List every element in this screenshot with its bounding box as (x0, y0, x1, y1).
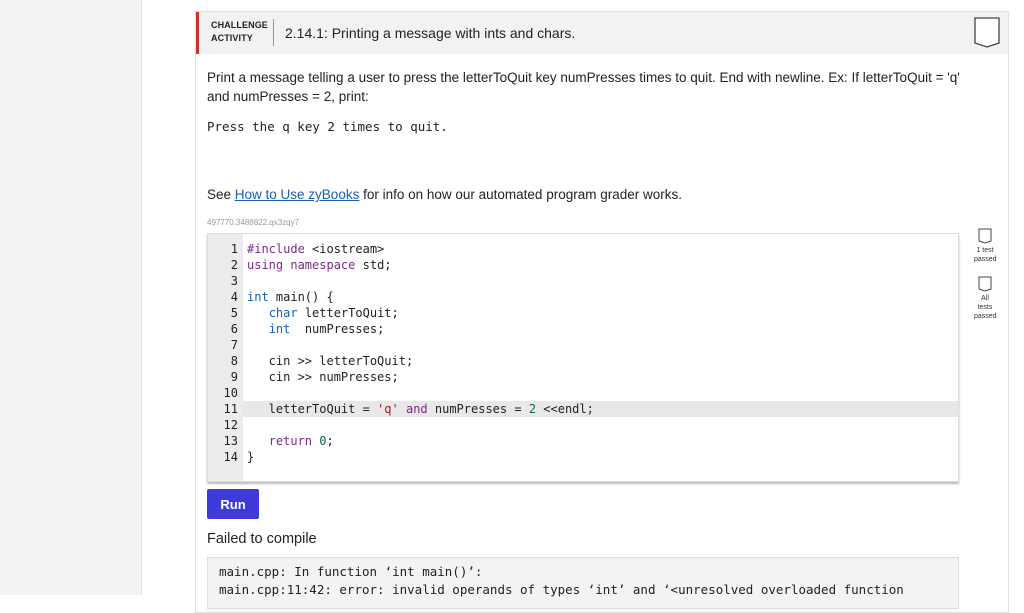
completion-bookmark-icon (974, 17, 1000, 48)
code-line[interactable]: 6 int numPresses; (208, 321, 958, 337)
code-line[interactable]: 14} (208, 449, 958, 465)
activity-type-label: CHALLENGE ACTIVITY (211, 20, 268, 43)
challenge-activity-card: CHALLENGE ACTIVITY 2.14.1: Printing a me… (195, 11, 1009, 613)
line-number: 7 (230, 338, 238, 352)
code-line[interactable]: 12 (208, 417, 958, 433)
line-number: 3 (230, 274, 238, 288)
code-line[interactable]: 3 (208, 273, 958, 289)
line-number: 1 (230, 242, 238, 256)
line-number: 14 (223, 450, 238, 464)
code-editor[interactable]: 1 #include <iostream> 2 using namespace std… (207, 233, 959, 482)
test-status-all-label: All tests passed (974, 295, 997, 320)
code-text[interactable]: cin >> letterToQuit; (247, 353, 414, 369)
code-text[interactable]: letterToQuit = 'q' and numPresses = 2 <<… (247, 401, 594, 417)
code-line[interactable]: 4 int main() { (208, 289, 958, 305)
code-text[interactable]: using namespace std; (247, 257, 392, 273)
activity-prompt: Print a message telling a user to press … (207, 70, 960, 104)
help-prefix: See (207, 187, 235, 202)
help-suffix: for info on how our automated program gr… (359, 187, 682, 202)
code-text[interactable]: } (247, 449, 254, 465)
code-id: 497770.3488822.qx3zqy7 (207, 218, 300, 227)
test-status-1: 1 test passed (974, 228, 997, 264)
code-text[interactable]: int numPresses; (247, 321, 385, 337)
code-text[interactable]: cin >> numPresses; (247, 369, 399, 385)
test-status-all: All tests passed (974, 276, 997, 321)
activity-title: 2.14.1: Printing a message with ints and… (285, 25, 576, 41)
compiler-output: main.cpp: In function ‘int main()’: main… (207, 557, 959, 609)
test-passed-badge-icon (978, 228, 992, 244)
line-number: 6 (230, 322, 238, 336)
code-line[interactable]: 2 using namespace std; (208, 257, 958, 273)
header-divider (273, 19, 274, 46)
line-number: 4 (230, 290, 238, 304)
code-line[interactable]: 5 char letterToQuit; (208, 305, 958, 321)
compile-status-title: Failed to compile (207, 531, 317, 547)
all-tests-badge-icon (978, 276, 992, 292)
line-number: 12 (223, 418, 238, 432)
code-line[interactable]: 13 return 0; (208, 433, 958, 449)
code-text[interactable]: #include <iostream> (247, 241, 384, 257)
line-number: 11 (223, 402, 238, 416)
line-number: 5 (230, 306, 238, 320)
code-line[interactable]: 9 cin >> numPresses; (208, 369, 958, 385)
line-number: 13 (223, 434, 238, 448)
expected-output: Press the q key 2 times to quit. (207, 119, 448, 134)
code-line[interactable]: 7 (208, 337, 958, 353)
code-line[interactable]: 8 cin >> letterToQuit; (208, 353, 958, 369)
activity-header: CHALLENGE ACTIVITY 2.14.1: Printing a me… (196, 12, 1008, 54)
line-number: 8 (230, 354, 238, 368)
left-navigation-pane (0, 0, 142, 595)
code-text[interactable]: char letterToQuit; (247, 305, 399, 321)
how-to-use-zybooks-link[interactable]: How to Use zyBooks (235, 187, 360, 202)
code-line[interactable]: 11 letterToQuit = 'q' and numPresses = 2… (208, 401, 958, 417)
header-accent-bar (196, 12, 199, 54)
line-number: 10 (223, 386, 238, 400)
test-status-1-label: 1 test passed (974, 247, 997, 263)
code-line[interactable]: 1 #include <iostream> (208, 241, 958, 257)
code-text[interactable]: return 0; (247, 433, 334, 449)
code-line[interactable]: 10 (208, 385, 958, 401)
line-number: 2 (230, 258, 238, 272)
line-number: 9 (230, 370, 238, 384)
run-button[interactable]: Run (207, 489, 259, 519)
error-line: main.cpp: In function ‘int main()’: (219, 564, 483, 579)
code-text[interactable]: int main() { (247, 289, 334, 305)
help-text: See How to Use zyBooks for info on how o… (207, 187, 682, 202)
